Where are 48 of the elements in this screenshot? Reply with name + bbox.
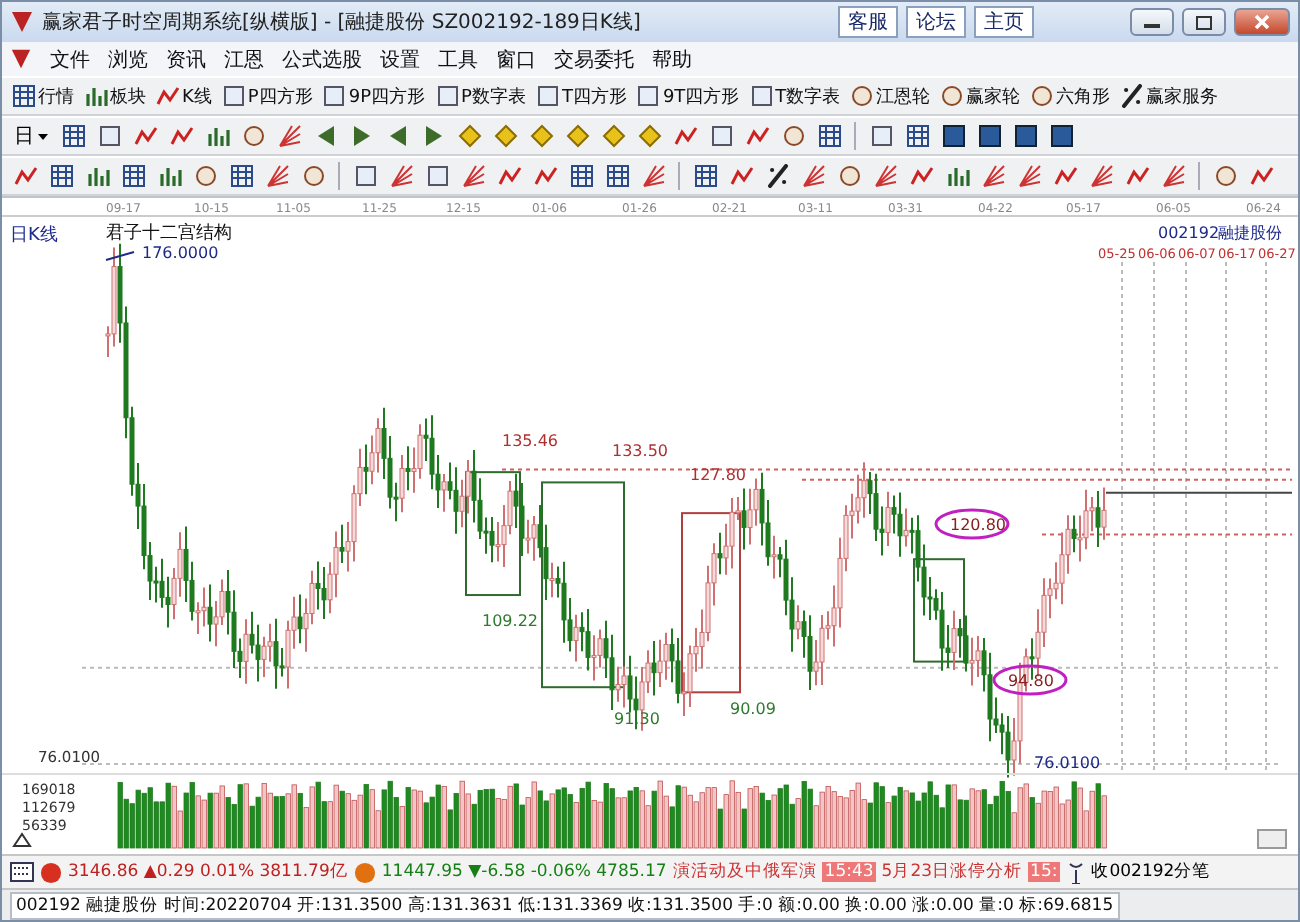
price-label: 127.80 xyxy=(690,466,746,484)
header-link-button[interactable]: 主页 xyxy=(974,6,1034,38)
menu-item[interactable]: 江恩 xyxy=(224,45,264,73)
tick-data-link[interactable]: 收002192分笔 xyxy=(1091,860,1211,884)
price-label: 109.22 xyxy=(482,612,538,630)
price-label: 176.0000 xyxy=(142,244,219,262)
menu-item[interactable]: 浏览 xyxy=(108,45,148,73)
menu-item[interactable]: 资讯 xyxy=(166,45,206,73)
toolbar-button[interactable]: T四方形 xyxy=(533,80,629,112)
price-label: 90.09 xyxy=(730,700,776,718)
toolbar-button[interactable]: T数字表 xyxy=(747,80,843,112)
period-label: 日K线 xyxy=(10,226,58,246)
news-ticker[interactable]: 5月23日涨停分析 xyxy=(881,860,1023,884)
menu-item[interactable]: 窗口 xyxy=(496,45,536,73)
toolbar-button[interactable]: 六角形 xyxy=(1028,80,1113,112)
stock-name: 融捷股份 xyxy=(1218,224,1282,242)
toolbar-button[interactable]: 行情 xyxy=(10,80,76,112)
toolbar-button[interactable]: 9T四方形 xyxy=(634,80,742,112)
toolbar-button[interactable]: P四方形 xyxy=(219,80,315,112)
toolbar-button[interactable]: 赢家服务 xyxy=(1118,80,1221,112)
news-time: 15:43 xyxy=(822,862,876,882)
menu-item[interactable]: 交易委托 xyxy=(554,45,634,73)
news-time: 15: xyxy=(1028,862,1060,882)
stock-code: 002192 xyxy=(1158,224,1220,242)
toolbar-button[interactable]: K线 xyxy=(154,80,214,112)
toolbar-button[interactable]: 赢家轮 xyxy=(938,80,1023,112)
toolbar-button[interactable]: 江恩轮 xyxy=(848,80,933,112)
header-link-button[interactable]: 客服 xyxy=(838,6,898,38)
news-ticker[interactable]: 演活动及中俄军演 xyxy=(672,860,817,884)
menu-item[interactable]: 帮助 xyxy=(652,45,692,73)
price-label: 133.50 xyxy=(612,442,668,460)
index-quote: 11447.95 ▼-6.58 -0.06% 4785.17 xyxy=(381,862,667,882)
menu-item[interactable]: 工具 xyxy=(438,45,478,73)
price-label: 135.46 xyxy=(502,432,558,450)
period-dropdown[interactable]: 日 xyxy=(10,121,52,151)
header-link-button[interactable]: 论坛 xyxy=(906,6,966,38)
price-label: 76.0100 xyxy=(1034,754,1101,772)
menu-item[interactable]: 公式选股 xyxy=(282,45,362,73)
menu-item[interactable]: 设置 xyxy=(380,45,420,73)
status-text: 002192 融捷股份 时间:20220704 开:131.3500 高:131.3631 低:131.3369 收:131.3500 手:0 额:0.00 换:0.00 涨:0.00 量:0 标:69.6815 xyxy=(10,891,1120,919)
menu-item[interactable]: 文件 xyxy=(50,45,90,73)
toolbar-button[interactable]: 板块 xyxy=(82,80,148,112)
index-quote: 3146.86 ▲0.29 0.01% 3811.79亿 xyxy=(68,860,348,884)
toolbar-button[interactable]: P数字表 xyxy=(433,80,528,112)
toolbar-button[interactable]: 9P四方形 xyxy=(320,80,427,112)
chart-title: 君子十二宫结构 xyxy=(106,224,232,244)
window-title: 赢家君子时空周期系统[纵横版] - [融捷股份 SZ002192-189日K线] xyxy=(42,9,643,36)
price-label: 120.80 xyxy=(950,516,1006,534)
